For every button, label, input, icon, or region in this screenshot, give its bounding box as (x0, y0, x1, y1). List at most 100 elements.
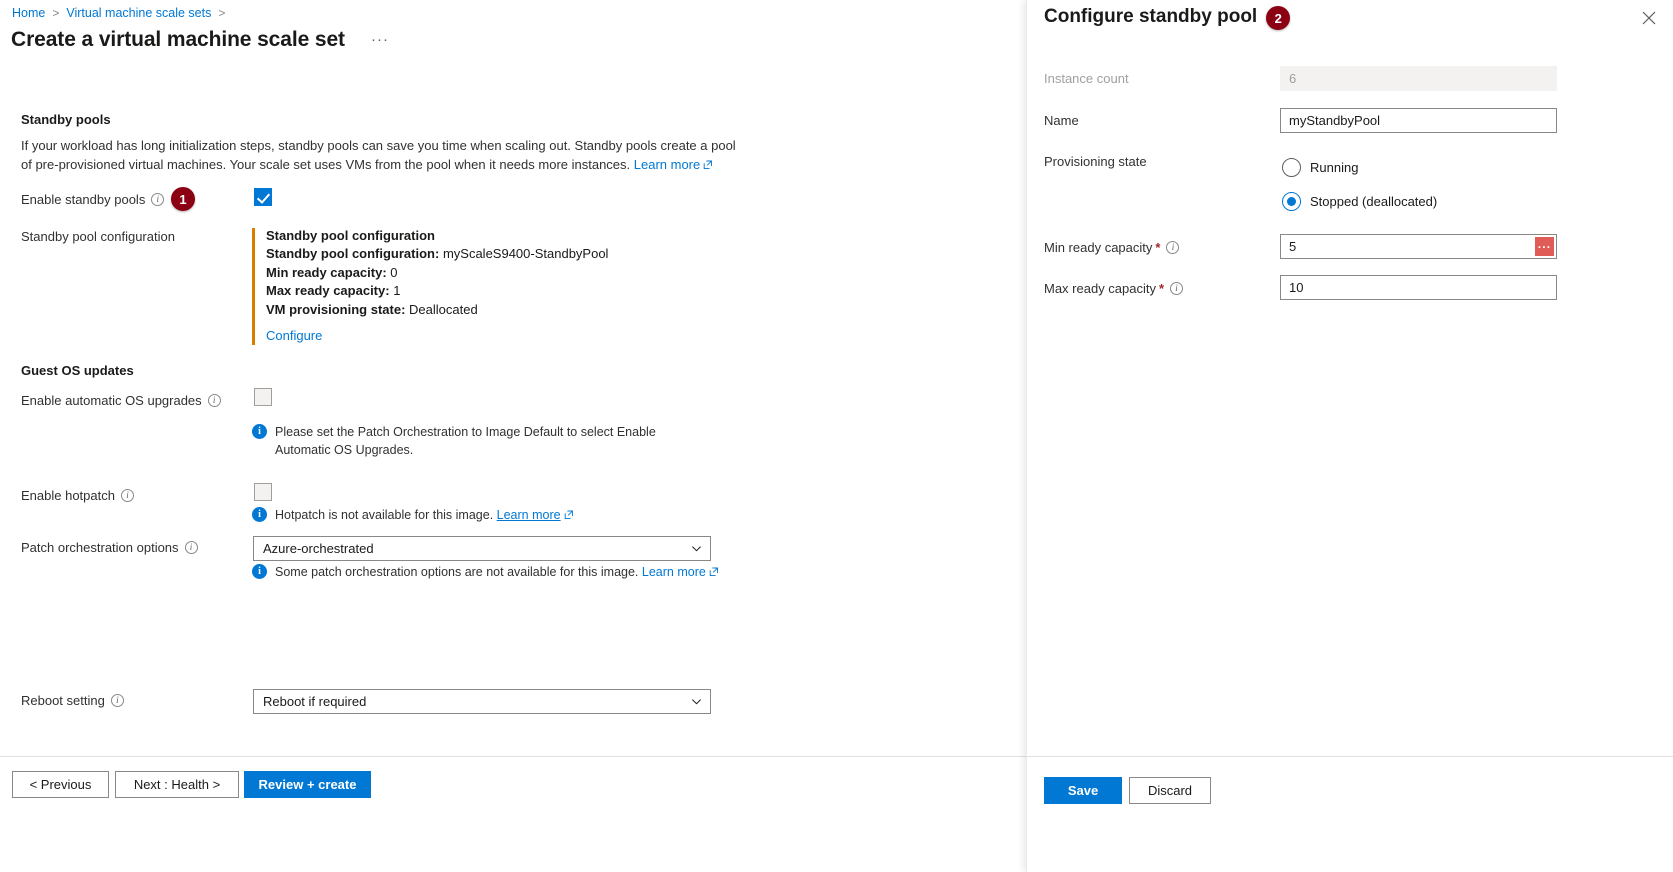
standby-pools-learn-more-link[interactable]: Learn more (634, 157, 700, 172)
enable-hotpatch-label: Enable hotpatch i (21, 488, 134, 503)
patch-orchestration-learn-more-link[interactable]: Learn more (642, 565, 706, 579)
info-icon[interactable]: i (208, 394, 221, 407)
standby-pool-configuration-label: Standby pool configuration (21, 229, 175, 244)
guest-os-updates-heading: Guest OS updates (21, 363, 134, 378)
next-health-button[interactable]: Next : Health > (115, 771, 239, 798)
pane-title: Configure standby pool (1044, 6, 1257, 28)
summary-row: Min ready capacity: 0 (266, 264, 608, 283)
info-icon[interactable]: i (185, 541, 198, 554)
automatic-os-upgrades-info-text: Please set the Patch Orchestration to Im… (275, 423, 692, 459)
standby-pool-configuration-summary: Standby pool configuration Standby pool … (252, 228, 608, 345)
summary-row: VM provisioning state: Deallocated (266, 301, 608, 320)
enable-standby-pools-label-text: Enable standby pools (21, 192, 145, 207)
patch-orchestration-options-dropdown[interactable]: Azure-orchestrated (253, 536, 711, 561)
enable-hotpatch-label-text: Enable hotpatch (21, 488, 115, 503)
previous-button[interactable]: < Previous (12, 771, 109, 798)
reboot-setting-value: Reboot if required (263, 694, 691, 709)
provisioning-state-option-running-label: Running (1310, 160, 1358, 175)
info-icon[interactable]: i (1170, 282, 1183, 295)
pane-footer-divider (1027, 756, 1673, 757)
summary-row-value: 1 (393, 283, 400, 298)
hotpatch-info: i Hotpatch is not available for this ima… (252, 506, 712, 524)
more-options-icon[interactable]: ··· (367, 33, 393, 47)
enable-automatic-os-upgrades-label: Enable automatic OS upgrades i (21, 393, 221, 408)
provisioning-state-option-stopped[interactable]: Stopped (deallocated) (1282, 192, 1437, 211)
breadcrumb-item-home[interactable]: Home (12, 3, 45, 23)
min-ready-capacity-value: 5 (1289, 239, 1296, 254)
patch-orchestration-options-value: Azure-orchestrated (263, 541, 691, 556)
standby-pool-configuration-label-text: Standby pool configuration (21, 229, 175, 244)
callout-badge-2: 2 (1266, 6, 1290, 30)
enable-hotpatch-checkbox[interactable] (254, 483, 272, 501)
breadcrumb-separator-icon: > (52, 3, 59, 23)
max-ready-capacity-input[interactable]: 10 (1280, 275, 1557, 300)
enable-automatic-os-upgrades-label-text: Enable automatic OS upgrades (21, 393, 202, 408)
enable-standby-pools-checkbox[interactable] (254, 188, 272, 206)
hotpatch-info-body: Hotpatch is not available for this image… (275, 506, 574, 524)
max-ready-capacity-label: Max ready capacity * i (1044, 281, 1183, 296)
provisioning-state-option-stopped-label: Stopped (deallocated) (1310, 194, 1437, 209)
patch-orchestration-info-text: Some patch orchestration options are not… (275, 565, 638, 579)
close-icon[interactable] (1639, 8, 1659, 28)
instance-count-label: Instance count (1044, 71, 1129, 86)
standby-pools-heading: Standby pools (21, 112, 111, 127)
summary-row-value: Deallocated (409, 302, 478, 317)
review-create-button[interactable]: Review + create (244, 771, 371, 798)
info-icon[interactable]: i (1166, 241, 1179, 254)
breadcrumb-separator-icon: > (218, 3, 225, 23)
provisioning-state-label: Provisioning state (1044, 154, 1147, 169)
breadcrumb-item-vmss[interactable]: Virtual machine scale sets (66, 3, 211, 23)
summary-row-key: VM provisioning state: (266, 302, 405, 317)
footer-divider (0, 756, 1026, 757)
min-ready-capacity-label-text: Min ready capacity (1044, 240, 1152, 255)
min-ready-capacity-validation-badge[interactable]: ··· (1535, 237, 1554, 256)
max-ready-capacity-label-text: Max ready capacity (1044, 281, 1156, 296)
azure-portal-screen: Home > Virtual machine scale sets > Crea… (0, 0, 1673, 872)
patch-orchestration-info-body: Some patch orchestration options are not… (275, 563, 719, 581)
summary-row-key: Standby pool configuration: (266, 246, 439, 261)
required-asterisk: * (1159, 281, 1164, 296)
name-label: Name (1044, 113, 1079, 128)
min-ready-capacity-input[interactable]: 5 ··· (1280, 234, 1557, 259)
summary-row-key: Max ready capacity: (266, 283, 390, 298)
enable-standby-pools-label: Enable standby pools i (21, 192, 164, 207)
enable-automatic-os-upgrades-checkbox[interactable] (254, 388, 272, 406)
callout-badge-1: 1 (171, 187, 195, 211)
hotpatch-info-text: Hotpatch is not available for this image… (275, 508, 493, 522)
summary-row-value: myScaleS9400-StandbyPool (443, 246, 609, 261)
page-title-row: Create a virtual machine scale set ··· (11, 28, 393, 52)
discard-button[interactable]: Discard (1129, 777, 1211, 804)
chevron-down-icon (691, 543, 702, 554)
standby-pools-description-text: If your workload has long initialization… (21, 138, 736, 172)
info-icon[interactable]: i (111, 694, 124, 707)
instance-count-input: 6 (1280, 66, 1557, 91)
external-link-icon (703, 160, 713, 170)
required-asterisk: * (1155, 240, 1160, 255)
summary-title: Standby pool configuration (266, 228, 608, 243)
radio-running-icon[interactable] (1282, 158, 1301, 177)
standby-pools-description: If your workload has long initialization… (21, 136, 736, 174)
info-icon[interactable]: i (121, 489, 134, 502)
external-link-icon (564, 510, 574, 520)
summary-row-value: 0 (390, 265, 397, 280)
create-vmss-blade: Home > Virtual machine scale sets > Crea… (0, 0, 1096, 872)
chevron-down-icon (691, 696, 702, 707)
reboot-setting-label-text: Reboot setting (21, 693, 105, 708)
summary-row-key: Min ready capacity: (266, 265, 387, 280)
hotpatch-learn-more-link[interactable]: Learn more (497, 508, 561, 522)
provisioning-state-option-running[interactable]: Running (1282, 158, 1358, 177)
breadcrumb: Home > Virtual machine scale sets > (12, 3, 225, 23)
patch-orchestration-info: i Some patch orchestration options are n… (252, 563, 772, 581)
close-x-icon (1639, 8, 1659, 28)
name-input[interactable]: myStandbyPool (1280, 108, 1557, 133)
save-button[interactable]: Save (1044, 777, 1122, 804)
summary-row: Standby pool configuration: myScaleS9400… (266, 245, 608, 264)
configure-standby-pool-pane: Configure standby pool 2 Instance count … (1026, 0, 1673, 872)
configure-link[interactable]: Configure (266, 328, 322, 343)
patch-orchestration-options-label: Patch orchestration options i (21, 540, 198, 555)
reboot-setting-dropdown[interactable]: Reboot if required (253, 689, 711, 714)
automatic-os-upgrades-info: i Please set the Patch Orchestration to … (252, 423, 692, 459)
summary-row: Max ready capacity: 1 (266, 282, 608, 301)
radio-stopped-icon[interactable] (1282, 192, 1301, 211)
info-icon[interactable]: i (151, 193, 164, 206)
